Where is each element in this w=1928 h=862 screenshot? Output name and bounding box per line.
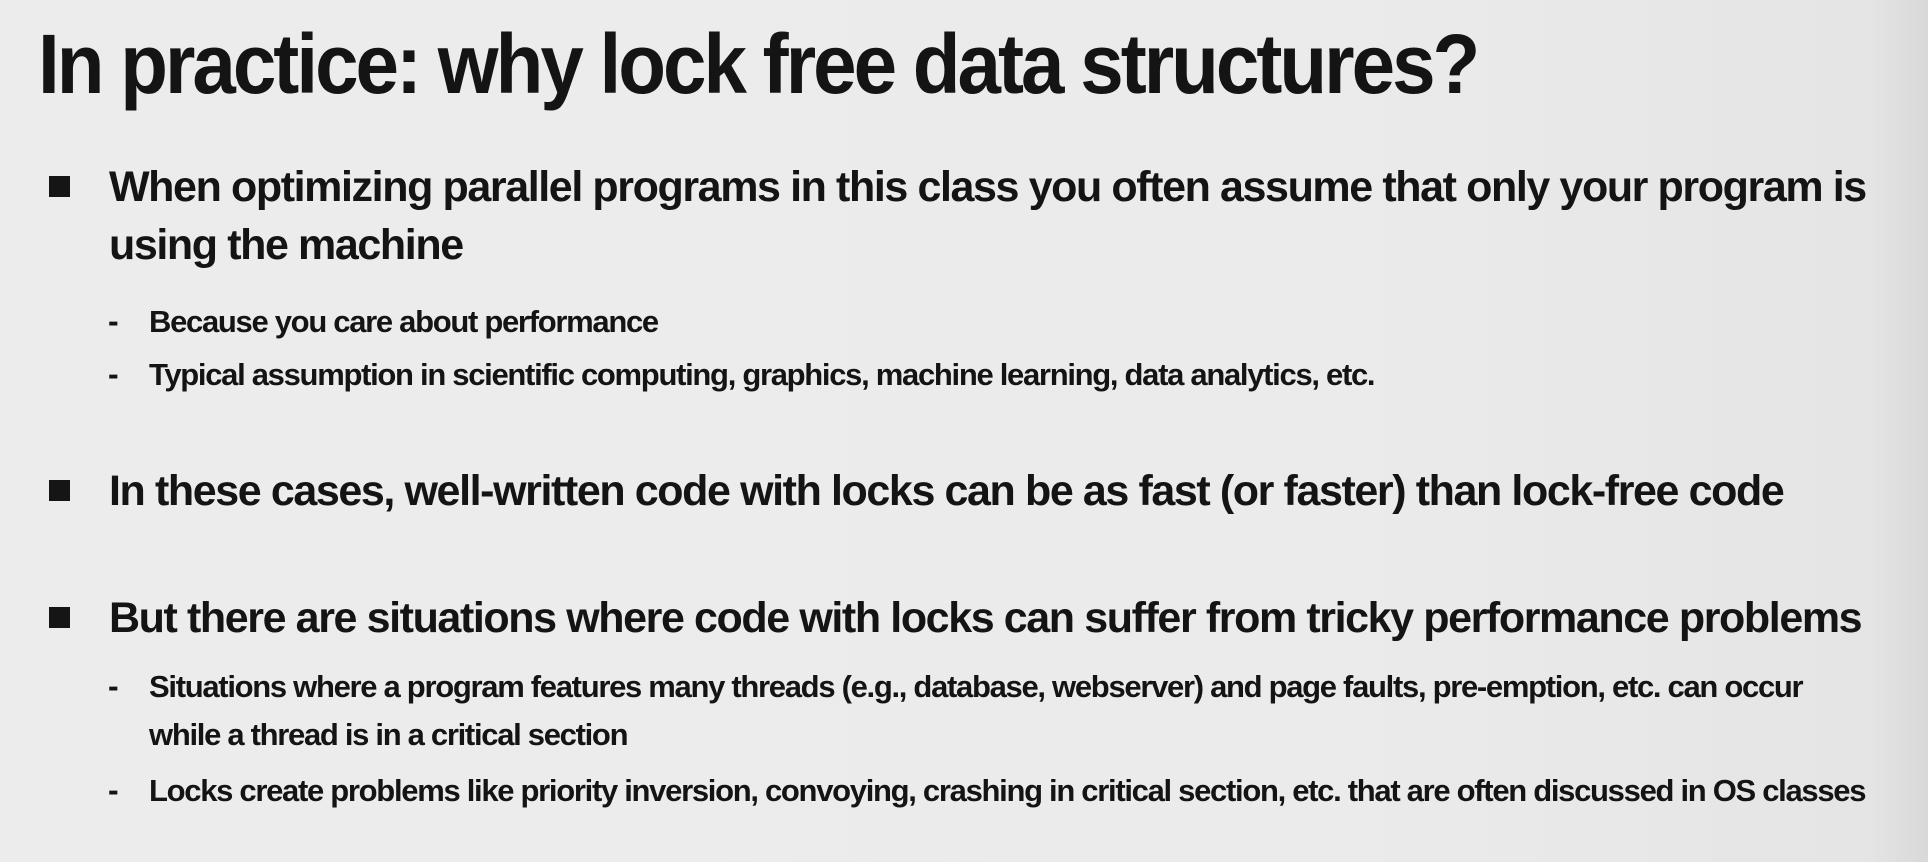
slide: In practice: why lock free data structur… [0,0,1928,862]
slide-edge-shadow [1868,0,1928,862]
sub-bullet-3-1-line-2: while a thread is in a critical section [149,717,629,752]
sub-bullet-1-2-text: Typical assumption in scientific computi… [149,357,1376,392]
dash-marker: - [108,303,119,339]
bullet-2-line-1: In these cases, well-written code with l… [109,467,1785,515]
square-bullet-icon [49,480,70,501]
bullet-1-line-2: using the machine [109,221,464,269]
dash-marker: - [108,356,119,392]
bullet-1-line-1: When optimizing parallel programs in thi… [109,163,1867,211]
dash-marker: - [108,668,119,704]
sub-bullet-1-1-text: Because you care about performance [149,304,659,339]
square-bullet-icon [49,176,70,197]
sub-bullet-3-1-line-1: Situations where a program features many… [149,669,1804,704]
square-bullet-icon [49,607,70,628]
slide-title: In practice: why lock free data structur… [38,17,1480,111]
bullet-3-line-1: But there are situations where code with… [109,594,1863,642]
dash-marker: - [108,772,119,808]
sub-bullet-3-2-text: Locks create problems like priority inve… [149,773,1866,808]
